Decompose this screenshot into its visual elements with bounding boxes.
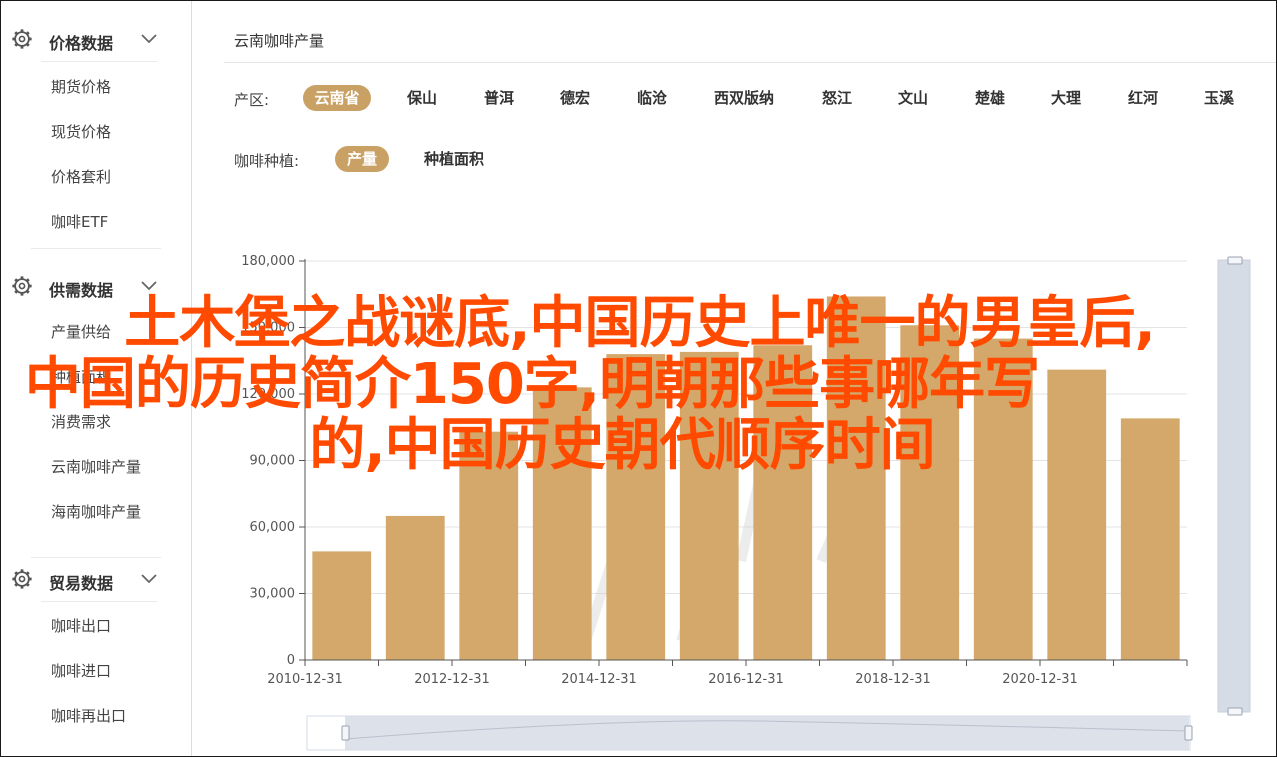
overlay-line-2: 中国的历史简介150字,明朝那些事哪年写	[24, 352, 1040, 417]
y-tick-label: 180,000	[241, 254, 295, 269]
app-frame: 价格数据 期货价格 现货价格 价格套利 咖啡ETF 供需数据 产量供给 种植面积…	[0, 0, 1277, 757]
x-tick-label: 2016-12-31	[708, 672, 784, 687]
slider-handle-bottom[interactable]	[1227, 707, 1243, 716]
x-tick-label: 2018-12-31	[855, 672, 931, 687]
slider-handle-top[interactable]	[1227, 256, 1243, 265]
overlay-line-1: 土木堡之战谜底,中国历史上唯一的男皇后,	[124, 291, 1156, 356]
x-tick-label: 2012-12-31	[414, 672, 490, 687]
bar-2011-12-31[interactable]	[385, 515, 445, 660]
y-tick-label: 30,000	[250, 587, 296, 602]
x-tick-label: 2020-12-31	[1002, 672, 1078, 687]
y-tick-label: 60,000	[250, 520, 296, 535]
bar-2010-12-31[interactable]	[312, 551, 372, 660]
x-axis-ticks: 2010-12-31 2012-12-31 2014-12-31 2016-12-31…	[267, 660, 1188, 687]
horizontal-zoom-slider[interactable]	[306, 715, 1193, 751]
x-tick-label: 2014-12-31	[561, 672, 637, 687]
slider-handle-left[interactable]	[341, 725, 350, 741]
overlay-line-3: 的,中国历史朝代顺序时间	[309, 413, 935, 478]
x-tick-label: 2010-12-31	[267, 672, 343, 687]
overlay-headline: 土木堡之战谜底,中国历史上唯一的男皇后, 中国的历史简介150字,明朝那些事哪年…	[1, 291, 1276, 478]
y-tick-label: 0	[287, 653, 295, 668]
slider-handle-right[interactable]	[1184, 725, 1193, 741]
